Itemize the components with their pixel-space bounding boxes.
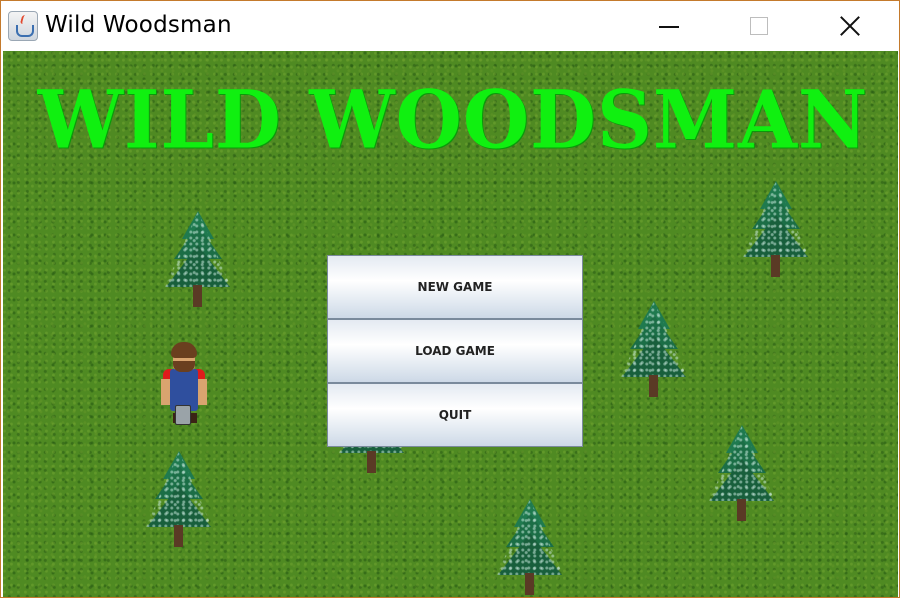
pine-tree bbox=[621, 301, 687, 401]
pine-tree bbox=[743, 181, 809, 281]
game-scene: WILD WOODSMAN NEW GAME LOAD GAME QUIT bbox=[3, 51, 898, 597]
pine-tree bbox=[165, 211, 231, 311]
woodsman-character bbox=[155, 341, 211, 425]
main-menu: NEW GAME LOAD GAME QUIT bbox=[327, 255, 583, 447]
quit-button[interactable]: QUIT bbox=[327, 383, 583, 447]
close-icon bbox=[839, 15, 861, 37]
maximize-button[interactable] bbox=[715, 1, 807, 51]
window-title: Wild Woodsman bbox=[45, 12, 232, 38]
java-cup-icon[interactable] bbox=[8, 11, 38, 41]
close-button[interactable] bbox=[807, 1, 899, 51]
minimize-icon bbox=[659, 26, 679, 28]
pine-tree bbox=[497, 499, 563, 597]
maximize-icon bbox=[750, 17, 768, 35]
game-window: Wild Woodsman WILD WOODSMAN NEW GAME LOA… bbox=[0, 0, 900, 598]
pine-tree bbox=[709, 425, 775, 525]
pine-tree bbox=[146, 451, 212, 551]
title-bar[interactable]: Wild Woodsman bbox=[1, 1, 899, 51]
new-game-button[interactable]: NEW GAME bbox=[327, 255, 583, 319]
load-game-button[interactable]: LOAD GAME bbox=[327, 319, 583, 383]
axe-icon bbox=[175, 405, 191, 425]
minimize-button[interactable] bbox=[623, 1, 715, 51]
game-title: WILD WOODSMAN bbox=[37, 72, 869, 167]
